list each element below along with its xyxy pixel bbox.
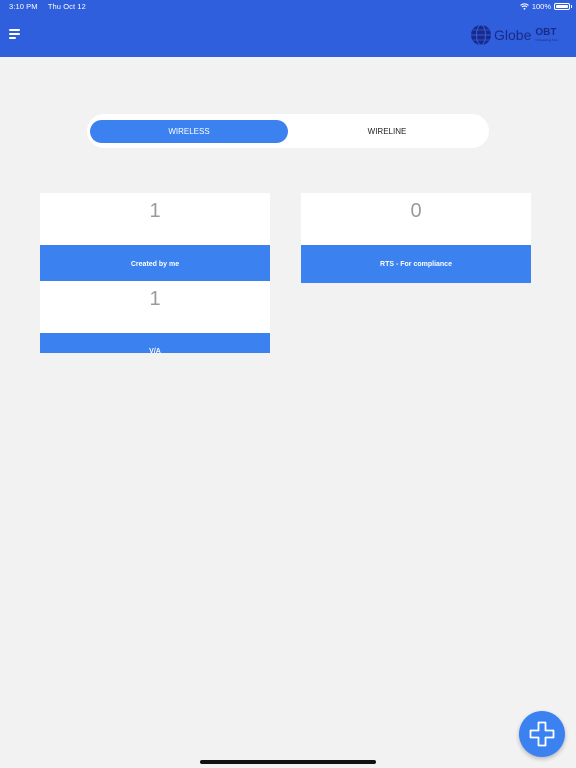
card-count: 0 [410,200,422,222]
logo-wordmark: Globe [494,27,532,43]
card-count: 1 [149,200,161,222]
card-count: 1 [149,288,161,310]
card-label: RTS - For compliance [301,245,531,283]
rts-for-compliance-card[interactable]: 0 RTS - For compliance [301,193,531,283]
created-by-me-card[interactable]: 1 Created by me [40,193,270,283]
va-card[interactable]: 1 V/A [40,281,270,353]
battery-percent: 100% [531,2,551,11]
card-label: V/A [40,333,270,353]
home-indicator [200,760,376,764]
globe-obt-logo: Globe OBT Onboarding Tool [470,24,557,46]
hamburger-menu-icon[interactable] [9,29,21,39]
tab-wireless[interactable]: WIRELESS [90,120,288,143]
add-button[interactable] [519,711,565,757]
app-header: 3:10 PM Thu Oct 12 100% Globe OBT Onboar… [0,0,576,57]
card-label: Created by me [40,245,270,283]
logo-tagline: Onboarding Tool [535,38,558,42]
plus-icon [529,721,555,747]
globe-logo-icon [471,24,491,46]
battery-icon [554,3,572,10]
status-bar-right: 100% [519,2,572,11]
network-type-toggle: WIRELESS WIRELINE [87,114,489,148]
tab-wireline[interactable]: WIRELINE [288,120,486,143]
status-time: 3:10 PM [9,2,38,11]
logo-obt: OBT [535,27,557,38]
wifi-icon [519,3,529,10]
status-date: Thu Oct 12 [47,2,86,11]
status-bar-left: 3:10 PM Thu Oct 12 [9,2,86,11]
